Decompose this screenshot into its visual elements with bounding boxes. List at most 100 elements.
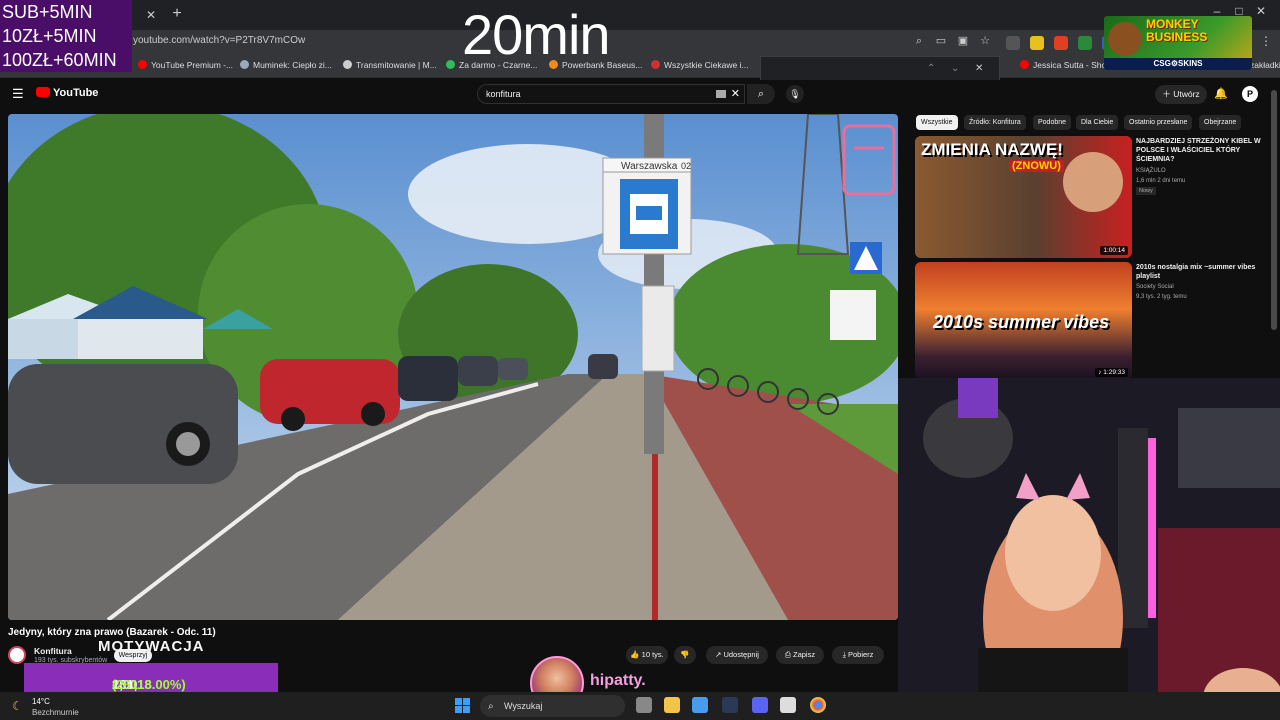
- chrome-icon[interactable]: [810, 697, 826, 713]
- channel-name[interactable]: Konfitura: [34, 646, 72, 656]
- find-next-icon[interactable]: ⌄: [951, 63, 959, 74]
- chip-for-you[interactable]: Dla Ciebie: [1076, 115, 1119, 130]
- rec-thumbnail[interactable]: 2010s summer vibes ♪ 1:29:33: [915, 262, 1132, 380]
- rec-meta: 1,6 mln 2 dni temu: [1136, 178, 1186, 184]
- extension-icon[interactable]: [1030, 36, 1044, 50]
- share-button[interactable]: ↗ Udostępnij: [706, 646, 768, 664]
- stream-timer: 20min: [462, 3, 611, 66]
- menu-dots-icon[interactable]: ⋮: [1260, 34, 1272, 48]
- motto-text: MOTYWACJA: [98, 638, 205, 655]
- sub-goals-panel: SUB+5MIN 10ZŁ+5MIN 100ZŁ+60MIN: [0, 0, 132, 72]
- zoom-icon[interactable]: ⌕: [908, 35, 930, 48]
- notifications-icon[interactable]: 🔔: [1214, 87, 1228, 100]
- clear-search-icon[interactable]: ✕: [731, 87, 740, 100]
- extension-icon[interactable]: [1054, 36, 1068, 50]
- streamer-name: hipatty.: [590, 672, 646, 689]
- rec-thumb-text: ZMIENIA NAZWĘ!: [921, 140, 1063, 159]
- chip-recent[interactable]: Ostatnio przesłane: [1124, 115, 1193, 130]
- bookmark-item[interactable]: Jessica Sutta - Show: [1020, 60, 1112, 70]
- goal-line: SUB+5MIN: [2, 2, 93, 22]
- video-player[interactable]: Warszawska 02: [8, 114, 898, 620]
- discord-icon[interactable]: [752, 697, 768, 713]
- rec-title[interactable]: NAJBARDZIEJ STRZEŻONY KIBEL W POLSCE I W…: [1136, 137, 1266, 164]
- rec-duration: ♪ 1:29:33: [1095, 368, 1128, 377]
- address-actions: ⌕ ▭ ▣ ☆: [908, 34, 996, 48]
- rec-thumbnail[interactable]: ZMIENIA NAZWĘ! (ZNOWU) 1:00:14: [915, 136, 1132, 258]
- chip-related[interactable]: Podobne: [1033, 115, 1072, 130]
- goal-line: 10ZŁ+5MIN: [2, 26, 97, 46]
- mic-icon[interactable]: 🎙: [786, 85, 804, 103]
- start-button[interactable]: [455, 698, 471, 714]
- bookmark-item[interactable]: zakładki: [1250, 60, 1280, 70]
- weather-desc: Bezchmurnie: [32, 708, 79, 717]
- account-avatar[interactable]: P: [1242, 86, 1258, 102]
- dislike-button[interactable]: 👎: [674, 646, 696, 664]
- youtube-logo[interactable]: YouTube: [36, 87, 98, 99]
- like-button[interactable]: 👍 10 tys.: [626, 646, 668, 664]
- rec-meta: 9,3 tys. 2 tyg. temu: [1136, 294, 1187, 300]
- find-prev-icon[interactable]: ⌃: [927, 63, 935, 74]
- channel-avatar[interactable]: [8, 646, 26, 664]
- sponsor-title: MONKEY BUSINESS: [1146, 17, 1208, 44]
- search-icon: ⌕: [757, 88, 765, 100]
- extension-icon[interactable]: [1006, 36, 1020, 50]
- install-icon[interactable]: ▣: [952, 34, 974, 47]
- create-button[interactable]: ＋ Utwórz: [1155, 85, 1207, 104]
- rec-channel[interactable]: Society Social: [1136, 284, 1174, 290]
- video-frame: Warszawska 02: [8, 114, 898, 620]
- rec-channel[interactable]: KSIĄŻULO: [1136, 168, 1166, 174]
- rec-duration: 1:00:14: [1100, 246, 1128, 255]
- search-icon: ⌕: [488, 701, 494, 712]
- app-icon[interactable]: [780, 697, 796, 713]
- search-button[interactable]: ⌕: [747, 84, 775, 104]
- file-explorer-icon[interactable]: [664, 697, 680, 713]
- store-icon[interactable]: [692, 697, 708, 713]
- bookmarks-bar: YouTube Premium -... Muminek: Ciepło zi.…: [0, 56, 1280, 78]
- taskbar-search[interactable]: ⌕ Wyszukaj: [480, 695, 625, 717]
- rec-title[interactable]: 2010s nostalgia mix ~summer vibes playli…: [1136, 263, 1266, 281]
- moon-icon: ☾: [12, 699, 23, 713]
- chip-source[interactable]: Źródło: Konfitura: [964, 115, 1026, 130]
- youtube-play-icon: [36, 87, 50, 97]
- page-scrollbar[interactable]: [1271, 90, 1277, 330]
- cast-icon[interactable]: ▭: [930, 34, 952, 47]
- keyboard-icon[interactable]: [716, 90, 726, 98]
- svg-text:02: 02: [681, 161, 691, 171]
- taskbar-search-input[interactable]: Wyszukaj: [504, 701, 542, 711]
- bookmark-star-icon[interactable]: ☆: [974, 34, 996, 47]
- svg-text:Warszawska: Warszawska: [621, 161, 678, 172]
- rec-thumb-text: 2010s summer vibes: [933, 312, 1110, 332]
- bookmark-item[interactable]: Transmitowanie | M...: [343, 60, 437, 70]
- bookmark-item[interactable]: YouTube Premium -...: [138, 60, 233, 70]
- webcam-feed: [898, 378, 1280, 720]
- sponsor-banner: MONKEY BUSINESS CSG⚙SKINS: [1104, 16, 1252, 70]
- thumbs-down-icon: 👎: [680, 650, 690, 659]
- webcam-frame: [898, 378, 1280, 720]
- goal-line: 100ZŁ+60MIN: [2, 50, 117, 70]
- menu-icon[interactable]: ☰: [12, 86, 24, 102]
- new-tab-button[interactable]: +: [168, 4, 186, 24]
- windows-taskbar: ☾ 14°C Bezchmurnie ⌕ Wyszukaj: [0, 692, 1280, 720]
- url-field[interactable]: youtube.com/watch?v=P2Tr8V7mCOw: [133, 35, 305, 46]
- task-view-icon[interactable]: [636, 697, 652, 713]
- chip-all[interactable]: Wszystkie: [916, 115, 958, 130]
- new-badge: Nowy: [1136, 187, 1156, 195]
- youtube-header: ☰ YouTube konfitura ✕ ⌕ 🎙 ＋ Utwórz 🔔 P: [0, 80, 1280, 110]
- search-box: konfitura ✕: [477, 84, 745, 104]
- close-window-icon[interactable]: ✕: [1250, 4, 1272, 18]
- steam-icon[interactable]: [722, 697, 738, 713]
- donation-goal: 261,18 zł z 1,00 zł (26118.00%): [24, 663, 278, 707]
- extension-icon[interactable]: [1078, 36, 1092, 50]
- find-close-icon[interactable]: ✕: [975, 63, 983, 74]
- save-button[interactable]: ⎙ Zapisz: [776, 646, 824, 664]
- chip-watched[interactable]: Obejrzane: [1199, 115, 1242, 130]
- download-button[interactable]: ⤓ Pobierz: [832, 646, 884, 664]
- bookmark-item[interactable]: Wszystkie Ciekawe i...: [651, 60, 749, 70]
- search-input[interactable]: konfitura: [486, 89, 521, 99]
- donation-percent: (26118.00%): [112, 677, 186, 692]
- rec-thumb-sub: (ZNOWU): [1009, 160, 1064, 172]
- monkey-icon: [1108, 22, 1142, 56]
- browser-tabbar: ✕ + – □ ✕: [0, 0, 1280, 30]
- bookmark-item[interactable]: Muminek: Ciepło zi...: [240, 60, 332, 70]
- address-bar: youtube.com/watch?v=P2Tr8V7mCOw ⌕ ▭ ▣ ☆ ⋮: [0, 30, 1280, 56]
